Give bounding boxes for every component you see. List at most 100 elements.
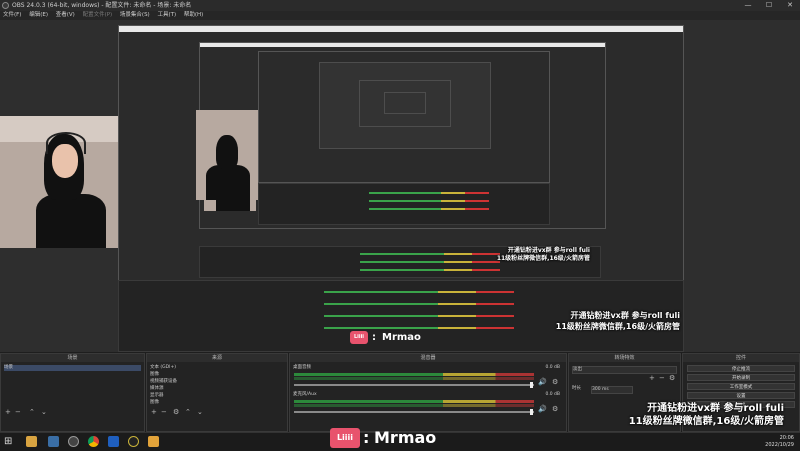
app-icon[interactable]: [148, 436, 159, 447]
nested-docks: [258, 183, 550, 225]
chrome-icon[interactable]: [88, 436, 99, 447]
app-icon[interactable]: [108, 436, 119, 447]
remove-source-button[interactable]: −: [161, 408, 167, 416]
obs-app-icon: [2, 2, 9, 9]
app-icon[interactable]: [48, 436, 59, 447]
brand-name: Mrmao: [374, 428, 437, 447]
webcam-feed: [0, 116, 118, 248]
clock-time: 20:06: [779, 435, 794, 441]
source-item[interactable]: 图像: [150, 372, 284, 378]
audio-level-meter: [294, 377, 534, 380]
start-recording-button[interactable]: 开始录制: [687, 374, 795, 381]
controls-title: 控件: [683, 354, 799, 362]
volume-slider-handle[interactable]: [530, 382, 533, 388]
minimize-button[interactable]: —: [740, 0, 756, 11]
nested-capture-level2: Liiii: [199, 42, 606, 229]
stop-streaming-button[interactable]: 停止推流: [687, 365, 795, 372]
webcam-feed: [196, 110, 258, 200]
source-item[interactable]: 文本 (GDI+): [150, 365, 284, 371]
source-item[interactable]: 显示器: [150, 393, 284, 399]
gear-icon[interactable]: ⚙: [669, 374, 675, 382]
headphones: [46, 132, 86, 154]
menu-edit[interactable]: 编辑(E): [26, 11, 51, 20]
sources-dock: 来源 文本 (GDI+) 图像 视频捕获设备 媒体源 显示器 图像 + − ⚙ …: [146, 353, 288, 432]
nested-meter: [360, 269, 500, 271]
add-source-button[interactable]: +: [151, 408, 157, 416]
person: [206, 165, 250, 200]
add-scene-button[interactable]: +: [5, 408, 11, 416]
overlay-text-nested: 开通钻粉进vx群 参与roll fuli 11级粉丝牌微信群,16级/火箭房管: [480, 247, 590, 263]
close-button[interactable]: ✕: [782, 0, 798, 11]
overlay-line1: 开通钻粉进vx群 参与roll fuli: [647, 403, 784, 414]
brand-name: Mrmao: [382, 332, 421, 343]
remove-scene-button[interactable]: −: [15, 408, 21, 416]
studio-mode-button[interactable]: 工作室模式: [687, 383, 795, 390]
volume-slider-handle[interactable]: [530, 409, 533, 415]
nested-meter: [324, 291, 514, 293]
brand-logo: Liiii: [350, 331, 368, 344]
nested-meter: [324, 303, 514, 305]
move-down-icon[interactable]: ⌄: [197, 408, 203, 416]
maximize-button[interactable]: ☐: [761, 0, 777, 11]
speaker-icon[interactable]: 🔊: [538, 378, 547, 386]
overlay-line2: 11级粉丝牌微信群,16级/火箭房管: [628, 416, 784, 427]
mixer-channel-name: 麦克风/Aux: [293, 392, 317, 397]
person: [36, 194, 106, 248]
gear-icon[interactable]: ⚙: [552, 378, 558, 386]
nested-meter: [369, 200, 489, 202]
clock-date: 2022/10/29: [765, 442, 794, 448]
overlay-line2: 11级粉丝牌微信群,16级/火箭房管: [555, 322, 680, 331]
windows-start-icon[interactable]: ⊞: [4, 436, 15, 447]
menu-tools[interactable]: 工具(T): [154, 11, 179, 20]
speaker-icon[interactable]: 🔊: [538, 405, 547, 413]
transition-select[interactable]: 淡出: [572, 366, 677, 374]
nested-meter: [324, 327, 514, 329]
nested-meter: [369, 192, 489, 194]
settings-button[interactable]: 设置: [687, 392, 795, 399]
audio-level-meter: [294, 373, 534, 376]
menu-file[interactable]: 文件(F): [0, 11, 24, 20]
gear-icon[interactable]: ⚙: [552, 405, 558, 413]
preview-canvas[interactable]: Liiii Liiii Mrmao: [0, 20, 800, 352]
volume-slider[interactable]: [294, 384, 534, 386]
move-up-icon[interactable]: ⌃: [185, 408, 191, 416]
brand-separator: :: [363, 428, 370, 447]
source-item[interactable]: 媒体源: [150, 386, 284, 392]
nested-meter: [360, 253, 500, 255]
sources-dock-title: 来源: [147, 354, 287, 362]
menu-help[interactable]: 帮助(H): [181, 11, 206, 20]
volume-slider[interactable]: [294, 411, 534, 413]
window-titlebar: OBS 24.0.3 (64-bit, windows) - 配置文件: 未命名…: [0, 0, 800, 11]
source-item[interactable]: 视频捕获设备: [150, 379, 284, 385]
scenes-dock: 场景 场景 + − ⌃ ⌄: [0, 353, 145, 432]
menu-bar: 文件(F) 编辑(E) 查看(V) 配置文件(P) 场景集合(S) 工具(T) …: [0, 11, 800, 20]
brand-separator: :: [372, 332, 376, 343]
transitions-title: 转场特效: [569, 354, 680, 362]
menu-profile[interactable]: 配置文件(P): [80, 11, 116, 20]
menu-scene-collection[interactable]: 场景集合(S): [117, 11, 153, 20]
remove-transition-button[interactable]: −: [659, 374, 665, 382]
audio-level-meter: [294, 400, 534, 403]
overlay-line2: 11级粉丝牌微信群,16级/火箭房管: [496, 255, 590, 262]
overlay-text: 开通钻粉进vx群 参与roll fuli 11级粉丝牌微信群,16级/火箭房管: [520, 310, 680, 332]
nested-capture-titlebar: [200, 43, 605, 47]
duration-label: 时长: [572, 386, 581, 391]
audio-mixer-title: 混音器: [290, 354, 566, 362]
overlay-line1: 开通钻粉进vx群 参与roll fuli: [507, 247, 590, 254]
audio-level-meter: [294, 404, 534, 407]
source-item[interactable]: 图像: [150, 400, 284, 406]
system-clock[interactable]: 20:06 2022/10/29: [765, 435, 794, 449]
menu-view[interactable]: 查看(V): [53, 11, 78, 20]
scene-item[interactable]: 场景: [4, 365, 141, 371]
gear-icon[interactable]: ⚙: [173, 408, 179, 416]
app-icon[interactable]: [128, 436, 139, 447]
nested-meter: [360, 261, 500, 263]
move-up-icon[interactable]: ⌃: [29, 408, 35, 416]
obs-taskbar-icon[interactable]: [68, 436, 79, 447]
file-explorer-icon[interactable]: [26, 436, 37, 447]
scenes-dock-title: 场景: [1, 354, 144, 362]
move-down-icon[interactable]: ⌄: [41, 408, 47, 416]
nested-capture-level3: [258, 51, 550, 183]
add-transition-button[interactable]: +: [649, 374, 655, 382]
duration-input[interactable]: 300 ms: [591, 386, 633, 394]
